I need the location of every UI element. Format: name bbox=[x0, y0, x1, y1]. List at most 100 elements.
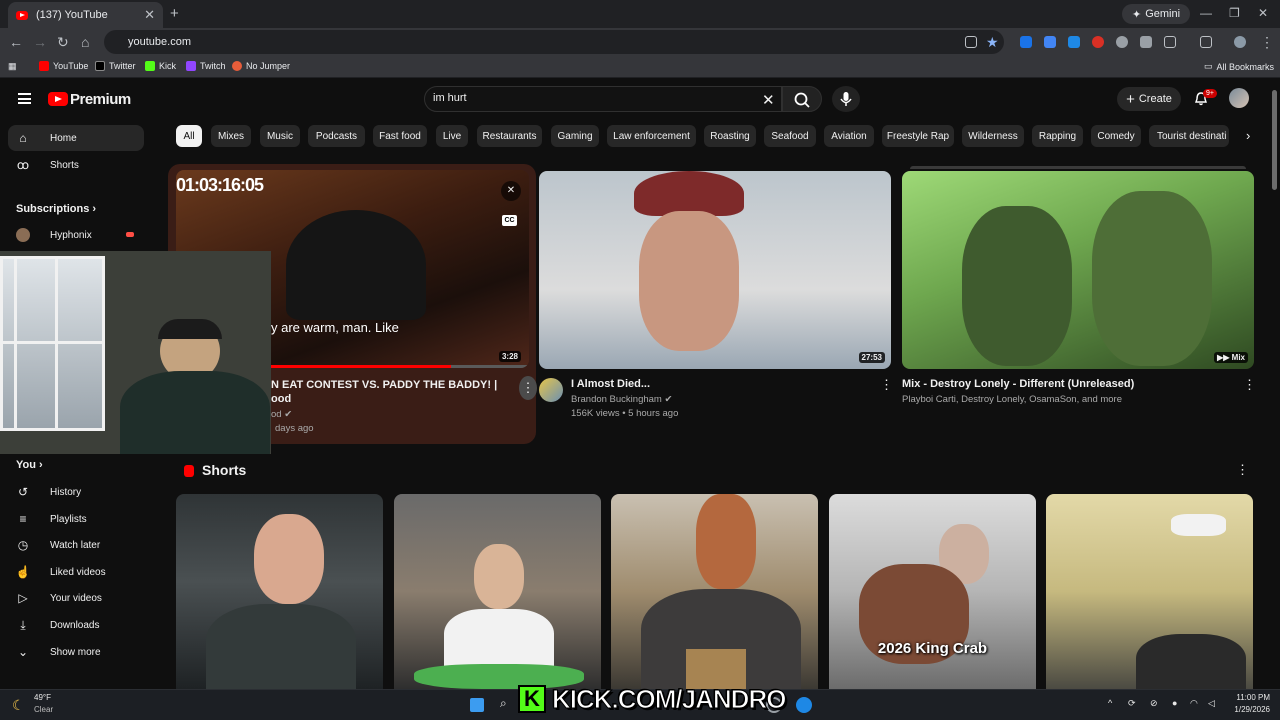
sidebar-item-your-videos[interactable]: ▷ Your videos bbox=[8, 585, 144, 611]
page-scrollbar[interactable] bbox=[1272, 90, 1277, 190]
chip-seafood[interactable]: Seafood bbox=[764, 125, 816, 147]
chips-next-icon[interactable]: › bbox=[1246, 128, 1250, 143]
sidebar-item-show-more[interactable]: ⌄ Show more bbox=[8, 639, 144, 665]
profile-avatar-icon[interactable] bbox=[1234, 36, 1246, 48]
short-card-5[interactable] bbox=[1046, 494, 1253, 689]
address-bar[interactable]: youtube.com bbox=[104, 30, 1004, 54]
browser-menu-icon[interactable]: ⋮ bbox=[1260, 34, 1274, 51]
all-bookmarks-button[interactable]: ▭ All Bookmarks bbox=[1204, 61, 1274, 72]
sidebar-item-downloads[interactable]: ⤓ Downloads bbox=[8, 612, 144, 638]
sync-icon[interactable]: ⟳ bbox=[1128, 698, 1136, 709]
taskbar-app-icon[interactable] bbox=[796, 697, 812, 713]
subscriptions-heading[interactable]: Subscriptions › bbox=[16, 203, 96, 215]
reload-icon[interactable]: ↻ bbox=[57, 34, 69, 51]
chip-comedy[interactable]: Comedy bbox=[1091, 125, 1141, 147]
extension-6-icon[interactable] bbox=[1140, 36, 1152, 48]
network-icon[interactable]: ⊘ bbox=[1150, 698, 1158, 709]
short-card-3[interactable] bbox=[611, 494, 818, 689]
extension-5-icon[interactable] bbox=[1116, 36, 1128, 48]
extension-2-icon[interactable] bbox=[1044, 36, 1056, 48]
chip-aviation[interactable]: Aviation bbox=[824, 125, 874, 147]
chip-fast-food[interactable]: Fast food bbox=[373, 125, 427, 147]
extensions-puzzle-icon[interactable] bbox=[1164, 36, 1176, 48]
create-button[interactable]: + Create bbox=[1117, 87, 1181, 111]
short-card-4[interactable]: 2026 King Crab bbox=[829, 494, 1036, 689]
short-card-1[interactable] bbox=[176, 494, 383, 689]
weather-temp[interactable]: 49°F bbox=[34, 693, 51, 702]
video-menu-icon[interactable]: ⋮ bbox=[1243, 377, 1256, 393]
chip-mixes[interactable]: Mixes bbox=[211, 125, 251, 147]
account-avatar[interactable] bbox=[1229, 88, 1249, 108]
closed-captions-button[interactable]: CC bbox=[502, 215, 517, 226]
video-channel-1[interactable]: od ✔ bbox=[271, 408, 292, 422]
sidebar-item-history[interactable]: ↺ History bbox=[8, 479, 144, 505]
sidebar-item-liked-videos[interactable]: ☝ Liked videos bbox=[8, 559, 144, 585]
video-title-1[interactable]: N EAT CONTEST VS. PADDY THE BADDY! | ood bbox=[271, 378, 511, 406]
extension-4-icon[interactable] bbox=[1092, 36, 1104, 48]
close-tab-icon[interactable]: ✕ bbox=[144, 7, 155, 23]
windows-start-icon[interactable] bbox=[470, 698, 484, 712]
you-heading[interactable]: You › bbox=[16, 459, 43, 471]
chip-rapping[interactable]: Rapping bbox=[1032, 125, 1083, 147]
sidebar-item-shorts[interactable]: ꚙ Shorts bbox=[8, 152, 144, 178]
search-input[interactable]: im hurt bbox=[424, 86, 782, 112]
chip-podcasts[interactable]: Podcasts bbox=[308, 125, 365, 147]
short-card-2[interactable] bbox=[394, 494, 601, 689]
bookmark-star-icon[interactable]: ★ bbox=[986, 34, 999, 51]
clear-search-icon[interactable]: ✕ bbox=[762, 91, 775, 109]
shorts-menu-icon[interactable]: ⋮ bbox=[1236, 462, 1249, 478]
chip-freestyle-rap[interactable]: Freestyle Rap bbox=[882, 125, 954, 147]
video-menu-icon[interactable]: ⋮ bbox=[519, 376, 537, 400]
extension-1-icon[interactable] bbox=[1020, 36, 1032, 48]
new-tab-button[interactable]: + bbox=[170, 5, 179, 22]
chip-music[interactable]: Music bbox=[260, 125, 300, 147]
sidebar-item-playlists[interactable]: ≡ Playlists bbox=[8, 506, 144, 532]
bookmark-kick[interactable]: Kick bbox=[145, 61, 176, 71]
bookmark-no-jumper[interactable]: No Jumper bbox=[232, 61, 290, 71]
video-thumbnail-3[interactable]: ▶▶ Mix bbox=[902, 171, 1254, 369]
clock-time[interactable]: 11:00 PM bbox=[1226, 693, 1270, 702]
bookmark-twitter[interactable]: Twitter bbox=[95, 61, 136, 71]
forward-icon[interactable]: → bbox=[33, 34, 47, 50]
video-title-3[interactable]: Mix - Destroy Lonely - Different (Unrele… bbox=[902, 377, 1134, 391]
hamburger-menu-icon[interactable] bbox=[18, 93, 31, 104]
chip-all[interactable]: All bbox=[176, 125, 202, 147]
voice-search-button[interactable] bbox=[832, 86, 860, 112]
volume-icon[interactable]: ◁ bbox=[1208, 698, 1215, 709]
video-thumbnail-2[interactable]: 27:53 bbox=[539, 171, 891, 369]
chip-live[interactable]: Live bbox=[436, 125, 468, 147]
browser-tab[interactable]: (137) YouTube ✕ bbox=[8, 2, 163, 28]
youtube-premium-brand[interactable]: Premium bbox=[70, 91, 131, 108]
back-icon[interactable]: ← bbox=[9, 34, 23, 50]
sidebar-item-watch-later[interactable]: ◷ Watch later bbox=[8, 532, 144, 558]
bookmark-twitch[interactable]: Twitch bbox=[186, 61, 226, 71]
chip-law-enforcement[interactable]: Law enforcement bbox=[607, 125, 696, 147]
chip-restaurants[interactable]: Restaurants bbox=[477, 125, 542, 147]
side-panel-icon[interactable] bbox=[1200, 36, 1212, 48]
microphone-tray-icon[interactable]: ● bbox=[1172, 698, 1177, 708]
video-title-2[interactable]: I Almost Died... bbox=[571, 377, 650, 391]
gemini-button[interactable]: ✦ Gemini bbox=[1122, 4, 1191, 24]
mute-icon[interactable]: ✕ bbox=[501, 181, 521, 201]
close-window-icon[interactable]: ✕ bbox=[1258, 6, 1268, 20]
sidebar-item-home[interactable]: ⌂ Home bbox=[8, 125, 144, 151]
tray-chevron-up-icon[interactable]: ^ bbox=[1108, 698, 1112, 708]
install-app-icon[interactable] bbox=[965, 36, 977, 48]
search-button[interactable] bbox=[782, 86, 822, 112]
video-channel-3[interactable]: Playboi Carti, Destroy Lonely, OsamaSon,… bbox=[902, 393, 1122, 407]
video-channel-2[interactable]: Brandon Buckingham ✔ bbox=[571, 393, 672, 407]
video-menu-icon[interactable]: ⋮ bbox=[880, 377, 893, 393]
chip-tourist-destinations[interactable]: Tourist destinati bbox=[1149, 125, 1229, 147]
chip-gaming[interactable]: Gaming bbox=[551, 125, 599, 147]
restore-icon[interactable]: ❐ bbox=[1229, 6, 1240, 20]
youtube-logo-icon[interactable] bbox=[48, 92, 68, 106]
channel-avatar[interactable] bbox=[539, 378, 563, 402]
sidebar-item-hyphonix[interactable]: Hyphonix bbox=[8, 222, 144, 248]
extension-3-icon[interactable] bbox=[1068, 36, 1080, 48]
minimize-icon[interactable]: — bbox=[1200, 6, 1212, 20]
chip-roasting[interactable]: Roasting bbox=[704, 125, 756, 147]
wifi-icon[interactable]: ◠ bbox=[1190, 698, 1198, 709]
home-icon[interactable]: ⌂ bbox=[81, 34, 89, 50]
apps-grid-icon[interactable]: ▦ bbox=[8, 61, 17, 72]
bookmark-youtube[interactable]: YouTube bbox=[39, 61, 88, 71]
